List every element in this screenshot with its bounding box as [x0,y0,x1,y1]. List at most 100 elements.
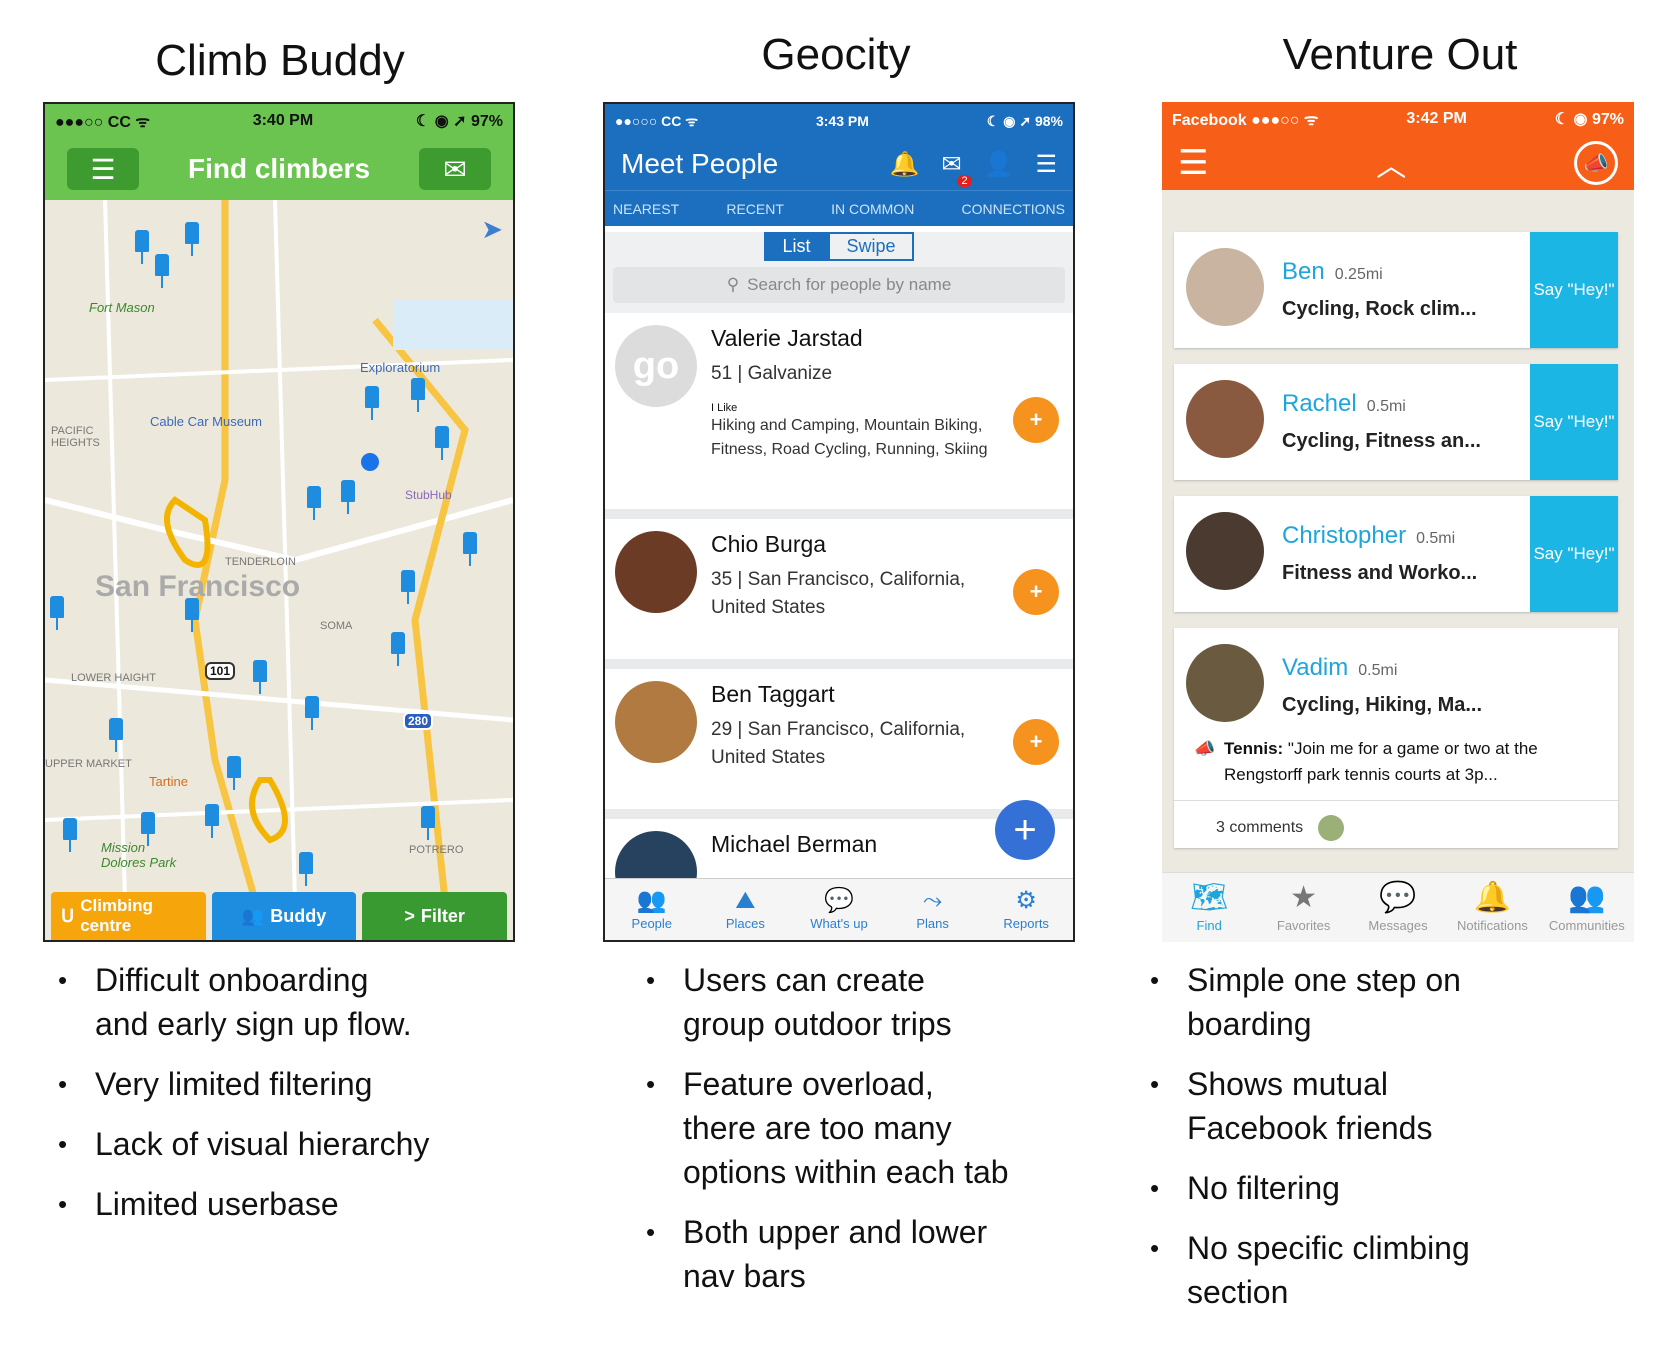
nav-label: Communities [1548,918,1625,933]
pin-icon[interactable] [50,596,64,630]
geocity-notes: Users can create group outdoor trips Feat… [628,958,1148,1314]
note-text: Users can create [683,962,925,998]
person-info: 51 | Galvanize [711,363,833,384]
bottom-nav: 🗺 Find ★ Favorites 💬 Messages 🔔 Notification… [1162,872,1634,942]
nav-places[interactable]: ⛰ Places [699,879,793,940]
nav-whats-up[interactable]: 💬 What's up [792,879,886,940]
note-text: Very limited filtering [95,1066,373,1102]
swipe-toggle[interactable]: Swipe [828,232,914,261]
add-person-icon: + [1029,729,1043,754]
list-item[interactable]: Vadim 0.5mi Cycling, Hiking, Ma... 📣 Tenni… [1174,628,1618,848]
person-name: Rachel [1282,390,1357,417]
pin-icon[interactable] [185,222,199,256]
say-hey-button[interactable]: Say "Hey!" [1530,364,1618,480]
pin-icon[interactable] [141,812,155,846]
bell-icon[interactable]: 🔔 [890,150,920,179]
tab-nearest[interactable]: NEAREST [613,201,679,217]
add-friend-button[interactable]: + [1013,397,1059,443]
pin-icon[interactable] [227,756,241,790]
pin-icon[interactable] [365,386,379,420]
list-item[interactable]: Chio Burga 35 | San Francisco, Californi… [605,519,1073,669]
view-toggle: List Swipe [605,232,1073,261]
nav-messages[interactable]: 💬 Messages [1351,873,1445,942]
status-bar: ●●●○○ CC ᯤ 3:40 PM ☾ ◉ ➚ 97% [45,104,513,138]
people-icon: 👥 [636,887,667,914]
clock: 3:43 PM [815,113,869,129]
profile-icon[interactable]: 👤 [984,150,1014,179]
nav-find[interactable]: 🗺 Find [1162,873,1256,942]
climbing-centre-button[interactable]: Ս Climbing centre [51,892,206,940]
map-label-pacific: PACIFIC HEIGHTS [51,425,100,449]
pin-icon[interactable] [463,532,477,566]
comments-link[interactable]: 3 comments [1174,800,1618,841]
nav-people[interactable]: 👥 People [605,879,699,940]
pin-icon[interactable] [305,696,319,730]
nav-label: Reports [1003,916,1049,931]
say-hey-button[interactable]: Say "Hey!" [1530,496,1618,612]
pin-icon[interactable] [401,570,415,604]
people-icon: 👥 [241,905,265,926]
note-text: Facebook friends [1187,1110,1433,1146]
add-friend-button[interactable]: + [1013,569,1059,615]
list-item[interactable]: go Valerie Jarstad 51 | Galvanize I Like… [605,313,1073,519]
add-person-icon: + [1029,407,1043,432]
list-toggle[interactable]: List [764,232,829,261]
menu-icon[interactable]: ☰ [1035,150,1057,179]
pin-icon[interactable] [421,806,435,840]
note-text: Both upper and lower [683,1214,988,1250]
pin-icon[interactable] [185,598,199,632]
note-text: Difficult onboarding [95,962,369,998]
nav-label: Plans [916,916,949,931]
nav-notifications[interactable]: 🔔 Notifications [1445,873,1539,942]
list-button[interactable]: ☰ [67,148,139,190]
note-text: there are too many [683,1110,952,1146]
note-text: Shows mutual [1187,1066,1388,1102]
pin-icon[interactable] [205,804,219,838]
nav-plans[interactable]: ⤳ Plans [886,879,980,940]
pin-icon[interactable] [391,632,405,666]
mail-icon[interactable]: ✉ 2 [941,150,972,187]
bell-icon: 🔔 [1473,881,1512,914]
pin-icon[interactable] [411,378,425,412]
add-friend-button[interactable]: + [1013,719,1059,765]
pin-icon[interactable] [109,718,123,752]
clock: 3:42 PM [1406,110,1467,127]
say-hey-button[interactable]: Say "Hey!" [1530,232,1618,348]
list-item[interactable]: Ben 0.25mi Cycling, Rock clim... Say "Hey… [1174,232,1618,348]
nav-reports[interactable]: ⚙ Reports [979,879,1073,940]
map[interactable]: ➤ San Francisco Fort Mason Cable Car Mus… [45,200,513,900]
nav-bar: Meet People 🔔 ✉ 2 👤 ☰ [605,138,1073,190]
pin-icon[interactable] [299,852,313,886]
pin-icon[interactable] [307,486,321,520]
list-item[interactable]: Rachel 0.5mi Cycling, Fitness an... Say "… [1174,364,1618,480]
messages-button[interactable]: ✉ [418,148,491,190]
megaphone-icon[interactable]: 📣 [1573,141,1618,185]
pin-icon[interactable] [155,254,169,288]
nav-title: Meet People [621,148,779,179]
pin-icon[interactable] [341,480,355,514]
tab-recent[interactable]: RECENT [726,201,784,217]
chat-icon: 💬 [1379,881,1417,914]
climb-buddy-notes: Difficult onboarding and early sign up fl… [40,958,560,1242]
tab-connections[interactable]: CONNECTIONS [962,201,1065,217]
list-item[interactable]: Ben Taggart 29 | San Francisco, Californ… [605,669,1073,819]
interests: Cycling, Rock clim... [1282,298,1477,320]
carabiner-icon: Ս [61,905,75,926]
filter-button[interactable]: > Filter [362,892,508,940]
list-item[interactable]: Christopher 0.5mi Fitness and Worko... Sa… [1174,496,1618,612]
locate-icon[interactable]: ➤ [481,214,503,245]
pin-icon[interactable] [135,230,149,264]
pin-icon[interactable] [253,660,267,694]
buddy-button[interactable]: 👥 Buddy [211,892,357,940]
pin-icon[interactable] [63,818,77,852]
pin-icon[interactable] [435,426,449,460]
note-text: nav bars [683,1258,806,1294]
hamburger-icon[interactable]: ☰ [1178,143,1208,183]
search-input[interactable]: ⚲ Search for people by name [613,267,1065,303]
chevron-up-icon[interactable]: ︿ [1376,141,1406,185]
tab-in-common[interactable]: IN COMMON [831,201,914,217]
create-button[interactable]: + [995,800,1055,860]
nav-favorites[interactable]: ★ Favorites [1256,873,1350,942]
nav-communities[interactable]: 👥 Communities [1540,873,1634,942]
nav-label: Favorites [1276,918,1331,933]
